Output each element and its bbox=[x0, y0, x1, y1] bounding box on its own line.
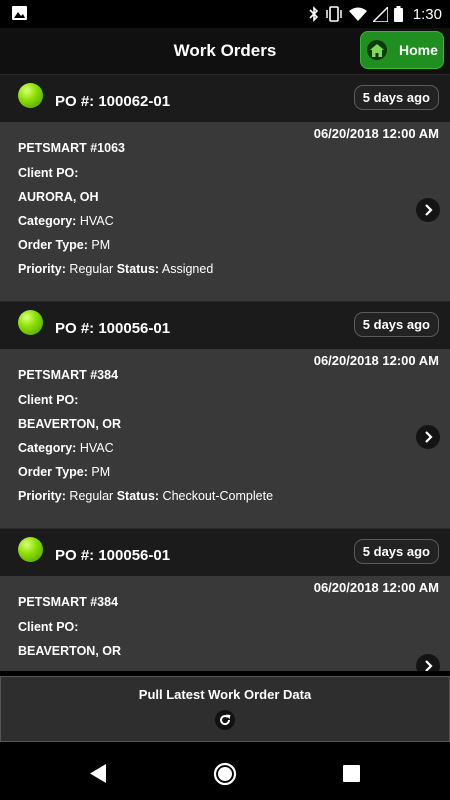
status-icons: 1:30 bbox=[309, 0, 442, 28]
work-order-date: 06/20/2018 12:00 AM bbox=[313, 126, 439, 141]
category-row: Category: HVAC bbox=[18, 214, 114, 228]
work-order-details[interactable]: 06/20/2018 12:00 AM PETSMART #384 Client… bbox=[0, 349, 450, 528]
priority-status-row: Priority: Regular Status: Checkout-Compl… bbox=[18, 489, 273, 503]
work-order-details[interactable]: 06/20/2018 12:00 AM PETSMART #1063 Clien… bbox=[0, 122, 450, 301]
order-type-label: Order Type: bbox=[18, 238, 88, 252]
priority-value: Regular bbox=[69, 262, 114, 276]
store-name: PETSMART #384 bbox=[18, 368, 119, 382]
work-order-details[interactable]: 06/20/2018 12:00 AM PETSMART #384 Client… bbox=[0, 576, 450, 671]
pull-latest-data-button[interactable]: Pull Latest Work Order Data bbox=[0, 676, 450, 742]
chevron-right-icon[interactable] bbox=[416, 425, 440, 449]
client-po-label: Client PO: bbox=[18, 620, 79, 634]
home-icon bbox=[367, 40, 387, 60]
work-order-date: 06/20/2018 12:00 AM bbox=[313, 580, 439, 595]
status-value: Checkout-Complete bbox=[162, 489, 274, 503]
order-type-value: PM bbox=[91, 465, 111, 479]
work-order-date: 06/20/2018 12:00 AM bbox=[313, 353, 439, 368]
category-label: Category: bbox=[18, 441, 77, 455]
chevron-right-icon[interactable] bbox=[416, 654, 440, 671]
wifi-icon bbox=[348, 7, 367, 21]
location: BEAVERTON, OR bbox=[18, 644, 122, 658]
work-order-header: PO #: 100056-01 5 days ago bbox=[0, 301, 450, 349]
chevron-right-icon[interactable] bbox=[416, 198, 440, 222]
back-icon[interactable] bbox=[89, 764, 107, 783]
location: BEAVERTON, OR bbox=[18, 417, 122, 431]
priority-label: Priority: bbox=[18, 489, 66, 503]
category-value: HVAC bbox=[79, 214, 114, 228]
work-order-card[interactable]: PO #: 100056-01 5 days ago 06/20/2018 12… bbox=[0, 301, 450, 528]
store-name: PETSMART #1063 bbox=[18, 141, 125, 155]
po-number: PO #: 100062-01 bbox=[55, 93, 171, 110]
bluetooth-icon bbox=[309, 6, 318, 22]
po-number: PO #: 100056-01 bbox=[55, 547, 171, 564]
age-badge: 5 days ago bbox=[353, 312, 439, 337]
battery-icon bbox=[393, 6, 403, 22]
work-order-card[interactable]: PO #: 100062-01 5 days ago 06/20/2018 12… bbox=[0, 74, 450, 301]
category-row: Category: HVAC bbox=[18, 441, 114, 455]
order-type-row: Order Type: PM bbox=[18, 465, 110, 479]
category-value: HVAC bbox=[79, 441, 114, 455]
vibrate-icon bbox=[326, 6, 342, 22]
order-type-label: Order Type: bbox=[18, 465, 88, 479]
navigation-bar bbox=[0, 748, 450, 800]
store-name: PETSMART #384 bbox=[18, 595, 119, 609]
age-badge: 5 days ago bbox=[353, 85, 439, 110]
work-order-header: PO #: 100056-01 5 days ago bbox=[0, 528, 450, 576]
location: AURORA, OH bbox=[18, 190, 99, 204]
work-order-list[interactable]: PO #: 100062-01 5 days ago 06/20/2018 12… bbox=[0, 74, 450, 671]
status-dot-icon bbox=[18, 310, 43, 335]
signal-icon bbox=[372, 6, 388, 22]
status-bar: 1:30 bbox=[0, 0, 450, 28]
work-order-card[interactable]: PO #: 100056-01 5 days ago 06/20/2018 12… bbox=[0, 528, 450, 671]
home-button[interactable]: Home bbox=[360, 31, 444, 69]
home-button-label: Home bbox=[399, 42, 438, 58]
priority-status-row: Priority: Regular Status: Assigned bbox=[18, 262, 213, 276]
priority-value: Regular bbox=[69, 489, 114, 503]
pull-latest-data-label: Pull Latest Work Order Data bbox=[138, 687, 312, 702]
status-dot-icon bbox=[18, 537, 43, 562]
recents-icon[interactable] bbox=[343, 765, 360, 782]
order-type-row: Order Type: PM bbox=[18, 238, 110, 252]
work-order-header: PO #: 100062-01 5 days ago bbox=[0, 74, 450, 122]
category-label: Category: bbox=[18, 214, 77, 228]
client-po-label: Client PO: bbox=[18, 393, 79, 407]
priority-label: Priority: bbox=[18, 262, 66, 276]
app-bar: Work Orders Home bbox=[0, 28, 450, 74]
image-icon bbox=[12, 6, 27, 20]
status-value: Assigned bbox=[161, 262, 214, 276]
po-number: PO #: 100056-01 bbox=[55, 320, 171, 337]
status-dot-icon bbox=[18, 83, 43, 108]
order-type-value: PM bbox=[91, 238, 111, 252]
home-nav-icon[interactable] bbox=[213, 762, 237, 786]
status-label: Status: bbox=[116, 489, 160, 503]
status-label: Status: bbox=[116, 262, 160, 276]
refresh-icon bbox=[215, 710, 235, 730]
age-badge: 5 days ago bbox=[353, 539, 439, 564]
client-po-label: Client PO: bbox=[18, 166, 79, 180]
status-time: 1:30 bbox=[412, 5, 442, 23]
